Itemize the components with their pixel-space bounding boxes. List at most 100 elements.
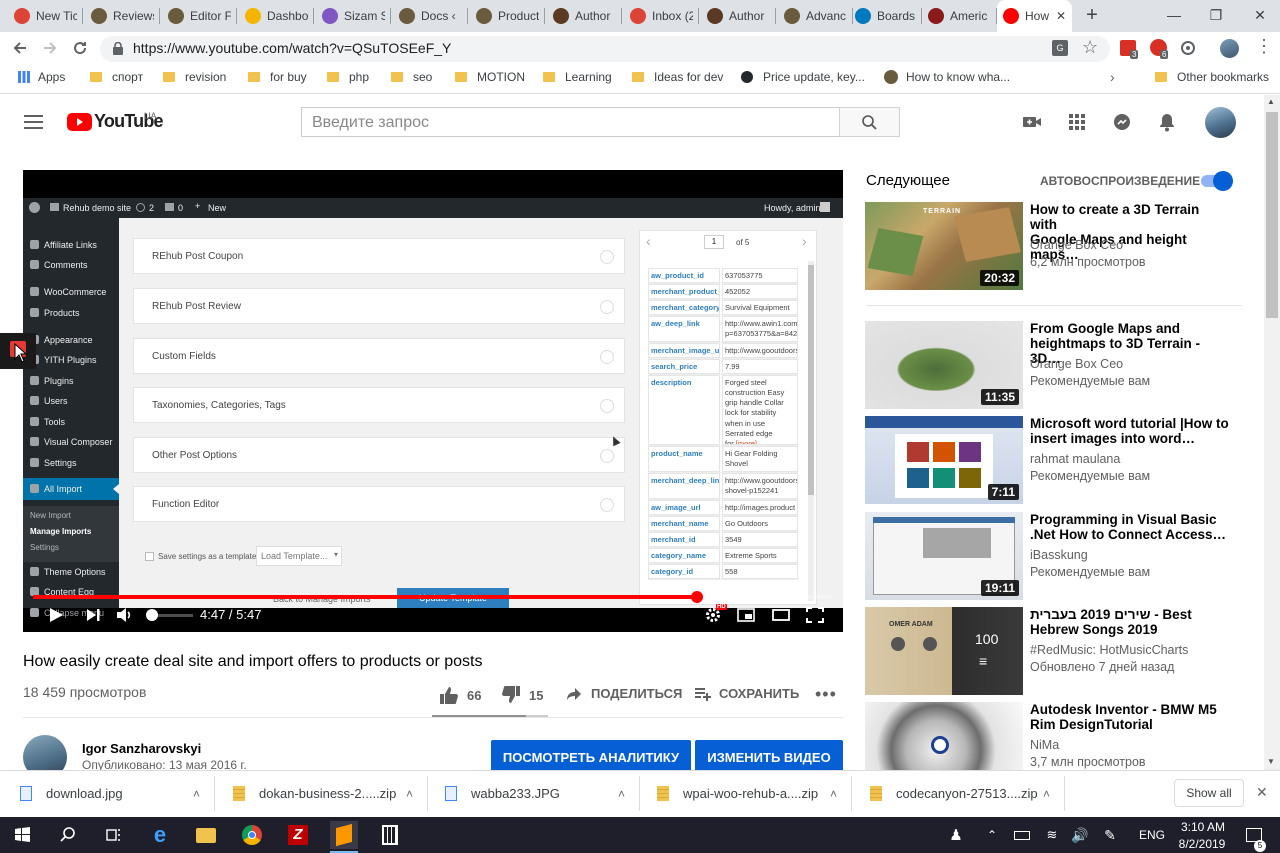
download-item[interactable]: download.jpg ˄ [20, 770, 210, 817]
seek-handle[interactable] [691, 591, 703, 603]
browser-tab[interactable]: Americ [922, 0, 997, 32]
reload-button[interactable] [70, 38, 90, 58]
browser-tab[interactable]: New Tic [8, 0, 83, 32]
profile-avatar[interactable] [1220, 39, 1239, 58]
pen-workspace-icon[interactable]: ✎ [1096, 821, 1124, 849]
notifications-bell-icon[interactable] [1157, 112, 1177, 132]
autoplay-toggle-knob[interactable] [1213, 171, 1233, 191]
battery-icon[interactable] [1008, 821, 1036, 849]
edit-video-button[interactable]: ИЗМЕНИТЬ ВИДЕО [695, 740, 843, 774]
bookmark-item[interactable]: seo [391, 70, 432, 84]
back-button[interactable] [10, 38, 30, 58]
download-item[interactable]: codecanyon-27513....zip ˄ [870, 770, 1060, 817]
play-button-icon[interactable] [47, 607, 65, 623]
browser-tab[interactable]: Editor F [162, 0, 237, 32]
show-all-downloads-button[interactable]: Show all [1174, 779, 1244, 807]
like-button[interactable]: 66 [439, 686, 481, 704]
scroll-up-arrow-icon[interactable]: ▲ [1267, 97, 1275, 106]
filezilla-icon[interactable]: Z [284, 821, 312, 849]
channel-name[interactable]: Igor Sanzharovskyi [82, 741, 201, 756]
bookmark-item[interactable]: Learning [543, 70, 612, 84]
download-item[interactable]: dokan-business-2.....zip ˄ [233, 770, 423, 817]
extension-icon-3[interactable] [1180, 40, 1196, 56]
download-item[interactable]: wabba233.JPG ˄ [445, 770, 635, 817]
bookmark-star-icon[interactable]: ☆ [1082, 37, 1098, 58]
user-avatar[interactable] [1205, 107, 1236, 138]
recommended-video[interactable]: 11:35 From Google Maps and heightmaps to … [865, 321, 1245, 409]
view-analytics-button[interactable]: ПОСМОТРЕТЬ АНАЛИТИКУ [491, 740, 691, 774]
fullscreen-button-icon[interactable] [806, 607, 824, 623]
browser-tab[interactable]: Docs ‹ [393, 0, 468, 32]
more-actions-icon[interactable]: ••• [815, 684, 837, 705]
dislike-button[interactable]: 15 [501, 686, 543, 704]
hamburger-menu-icon[interactable] [24, 114, 43, 130]
people-icon[interactable]: ♟ [942, 821, 970, 849]
new-tab-button[interactable]: + [1082, 5, 1102, 26]
windows-start-icon[interactable] [8, 821, 36, 849]
recommended-video[interactable]: 7:11 Microsoft word tutorial |How to inse… [865, 416, 1245, 504]
messages-icon[interactable] [1112, 112, 1132, 132]
miniplayer-button-icon[interactable] [737, 607, 755, 623]
bookmarks-overflow-icon[interactable]: › [1110, 69, 1115, 85]
video-thumbnail[interactable]: 11:35 [865, 321, 1023, 409]
sublime-text-icon[interactable] [330, 821, 358, 849]
bookmark-item[interactable]: Apps [18, 70, 65, 84]
minimize-button[interactable]: — [1154, 0, 1194, 30]
browser-tab[interactable]: Advanc [778, 0, 853, 32]
apps-grid-icon[interactable] [1067, 112, 1087, 132]
maximize-button[interactable]: ❐ [1196, 0, 1236, 30]
browser-tab[interactable]: Sizam S [316, 0, 391, 32]
bookmark-item[interactable]: for buy [248, 70, 307, 84]
show-hidden-icons[interactable]: ⌃ [978, 821, 1006, 849]
bookmark-item[interactable]: Ideas for dev [632, 70, 723, 84]
chevron-up-icon[interactable]: ˄ [193, 787, 200, 801]
next-video-button-icon[interactable] [84, 607, 102, 623]
share-button[interactable]: ПОДЕЛИТЬСЯ [566, 686, 682, 701]
bookmark-item[interactable]: php [327, 70, 369, 84]
scroll-down-arrow-icon[interactable]: ▼ [1267, 757, 1275, 766]
chevron-up-icon[interactable]: ˄ [406, 787, 413, 801]
clock-time[interactable]: 3:10 AM [1178, 820, 1228, 834]
volume-slider-handle[interactable] [145, 609, 158, 621]
browser-tab[interactable]: Inbox (2 [624, 0, 699, 32]
recommended-video[interactable]: 19:11 Programming in Visual Basic .Net Ho… [865, 512, 1245, 600]
close-downloads-icon[interactable]: ✕ [1256, 784, 1268, 801]
volume-button-icon[interactable] [116, 607, 134, 623]
video-thumbnail[interactable]: 7:11 [865, 416, 1023, 504]
browser-tab[interactable]: Product [470, 0, 545, 32]
search-input[interactable]: Введите запрос [301, 107, 840, 137]
create-video-icon[interactable] [1022, 112, 1042, 132]
volume-taskbar-icon[interactable]: 🔊 [1066, 821, 1094, 849]
browser-tab[interactable]: Reviews [85, 0, 160, 32]
bookmark-item[interactable]: Price update, key... [741, 70, 865, 84]
clock-date[interactable]: 8/2/2019 [1172, 837, 1232, 851]
recommended-video[interactable]: TERRAIN 20:32 How to create a 3D Terrain w… [865, 202, 1245, 290]
chevron-up-icon[interactable]: ˄ [1043, 787, 1050, 801]
theater-mode-button-icon[interactable] [772, 607, 790, 623]
wifi-icon[interactable]: ≋ [1038, 821, 1066, 849]
close-window-button[interactable]: ✕ [1240, 0, 1280, 30]
video-thumbnail[interactable]: 19:11 [865, 512, 1023, 600]
bookmark-item[interactable]: How to know wha... [884, 70, 1010, 84]
bookmark-item[interactable]: revision [163, 70, 226, 84]
task-view-icon[interactable] [99, 821, 127, 849]
file-explorer-icon[interactable] [192, 821, 220, 849]
browser-tab[interactable]: Dashbo [239, 0, 314, 32]
video-thumbnail[interactable]: TERRAIN 20:32 [865, 202, 1023, 290]
calculator-icon[interactable] [376, 821, 404, 849]
chevron-up-icon[interactable]: ˄ [830, 787, 837, 801]
save-button[interactable]: СОХРАНИТЬ [694, 686, 799, 701]
recommended-video[interactable]: OMER ADAM 100 ≡ שירים 2019 בעברית - Best He… [865, 607, 1245, 695]
video-player[interactable]: Rehub demo site 2 0 + New Howdy, admin A… [23, 170, 843, 632]
search-taskbar-icon[interactable] [54, 821, 82, 849]
translate-icon[interactable]: G [1052, 40, 1068, 56]
browser-tab[interactable]: How ✕ [997, 0, 1072, 32]
video-thumbnail[interactable]: OMER ADAM 100 ≡ [865, 607, 1023, 695]
browser-tab[interactable]: Author [547, 0, 622, 32]
browser-tab[interactable]: Boards [849, 0, 922, 32]
menu-kebab-icon[interactable]: ⋮ [1255, 37, 1273, 55]
page-scroll-thumb[interactable] [1266, 112, 1278, 318]
forward-button[interactable] [40, 38, 60, 58]
download-item[interactable]: wpai-woo-rehub-a....zip ˄ [657, 770, 847, 817]
other-bookmarks[interactable]: Other bookmarks [1155, 70, 1269, 84]
